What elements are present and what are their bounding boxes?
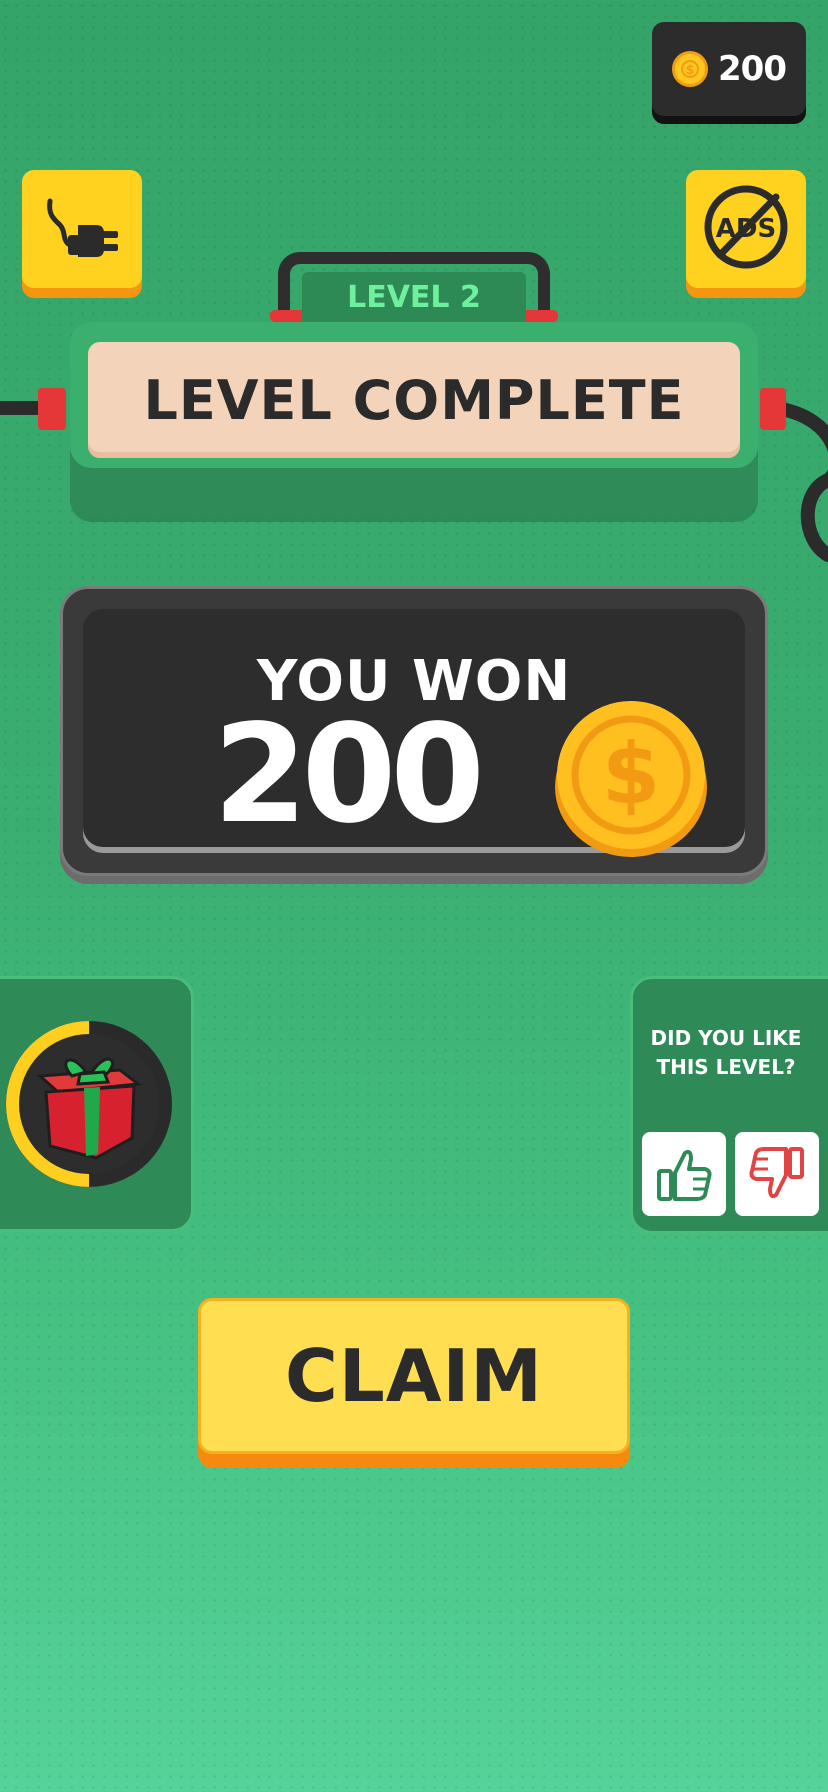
banner-plate: LEVEL COMPLETE [88,342,740,458]
svg-text:$: $ [685,63,694,78]
claim-button[interactable]: CLAIM [198,1298,630,1454]
like-button[interactable] [642,1132,726,1216]
rating-question: DID YOU LIKE THIS LEVEL? [650,1026,802,1079]
coin-symbol: $ [602,725,660,823]
gift-progress-ring[interactable] [0,1012,178,1196]
dislike-button[interactable] [735,1132,819,1216]
claim-label: CLAIM [285,1334,543,1418]
level-label: LEVEL 2 [347,279,481,315]
thumbs-up-icon [653,1143,715,1205]
plug-icon [44,191,120,267]
coin-icon: $ [553,699,709,859]
reward-panel-inner: YOU WON 200 $ [83,609,745,857]
coin-icon: $ [672,51,708,87]
level-complete-banner: LEVEL COMPLETE [70,322,758,468]
level-tab: LEVEL 2 [302,272,526,322]
gift-icon [36,1057,142,1160]
no-ads-button[interactable]: ADS [686,170,806,288]
reward-panel: YOU WON 200 $ [60,586,768,876]
thumbs-down-icon [746,1143,808,1205]
plug-button[interactable] [22,170,142,288]
no-ads-icon: ADS [698,179,794,279]
coin-counter: $ 200 [652,22,806,116]
coin-balance: 200 [718,49,787,89]
reward-amount: 200 [213,696,485,854]
banner-title: LEVEL COMPLETE [143,368,685,432]
